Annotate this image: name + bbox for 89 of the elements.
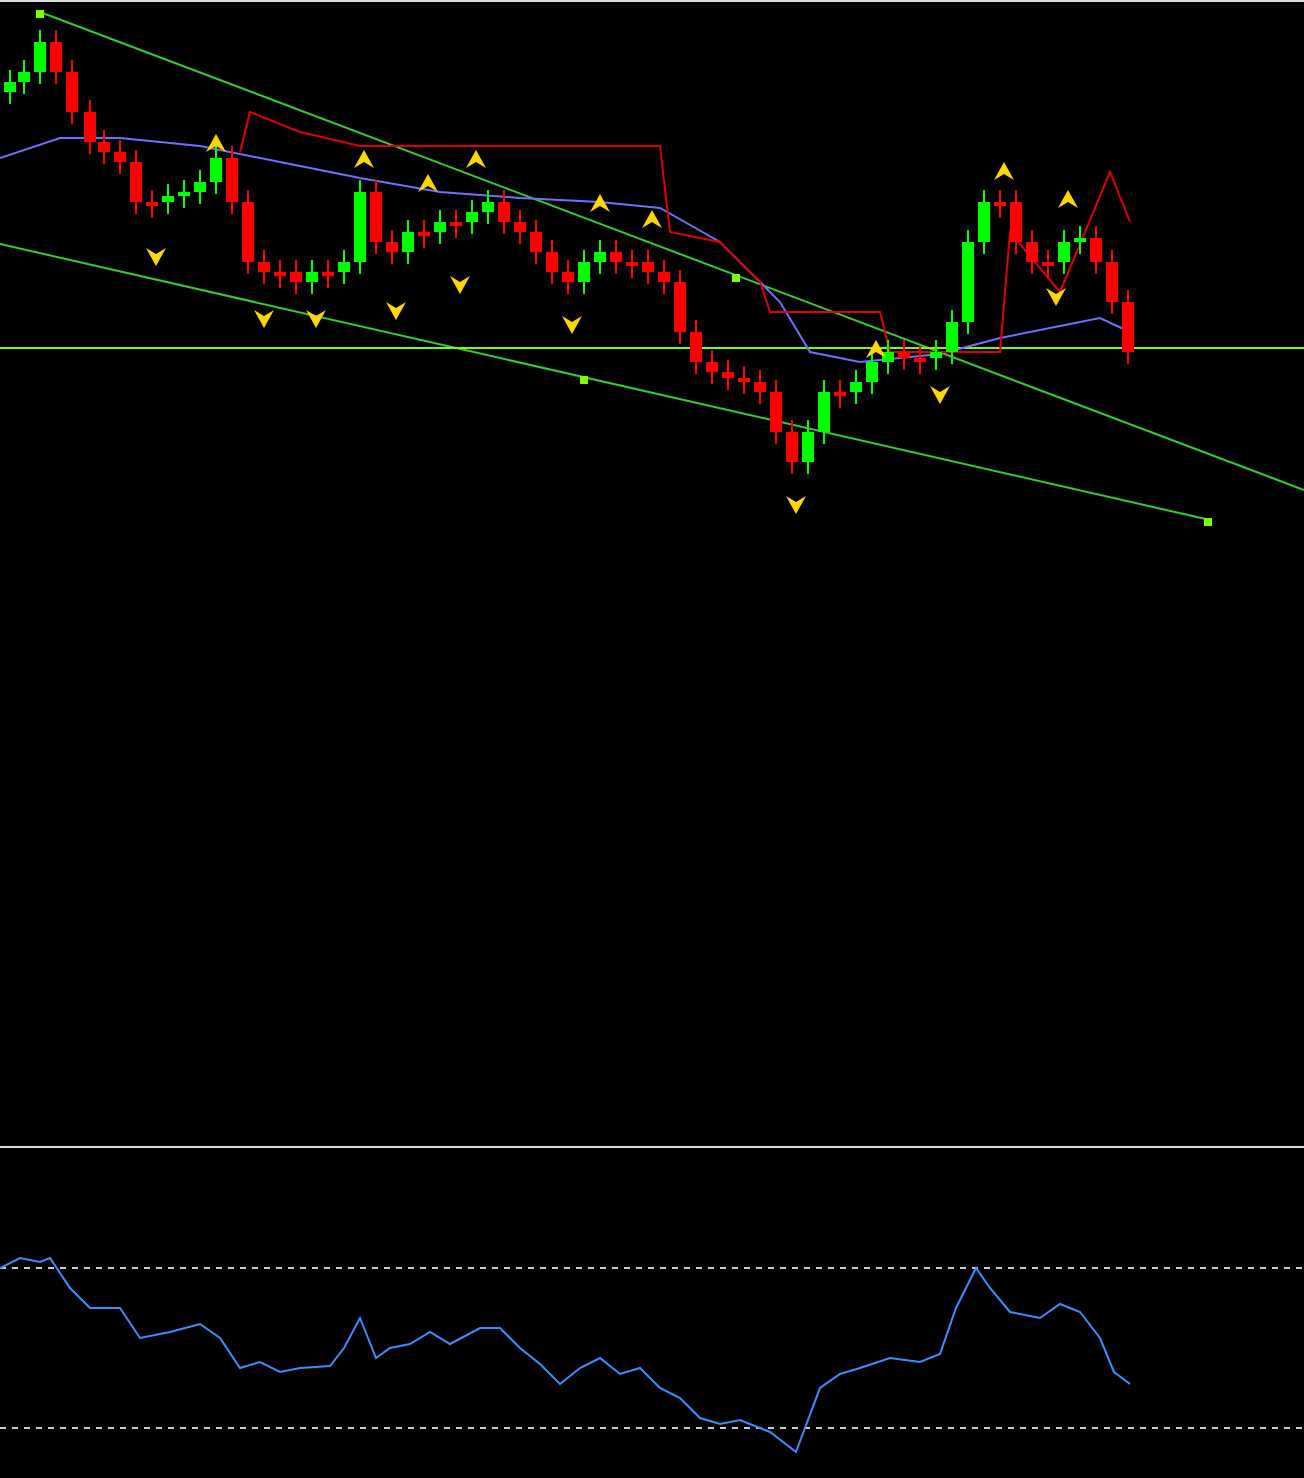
candlestick [610, 239, 622, 275]
down-arrow-icon [386, 302, 406, 320]
candlestick [914, 345, 926, 375]
candlestick [338, 249, 350, 285]
candlestick [258, 249, 270, 285]
down-arrow-icon [930, 386, 950, 404]
candlestick [386, 229, 398, 265]
candlestick [1026, 229, 1038, 275]
candlestick [578, 249, 590, 295]
up-arrow-icon [1058, 190, 1078, 208]
candlestick [466, 199, 478, 235]
candlestick [34, 29, 46, 85]
anchor-point[interactable] [1204, 518, 1212, 526]
candlestick [754, 369, 766, 405]
candlestick [562, 259, 574, 295]
candlestick [962, 229, 974, 335]
candlestick [706, 349, 718, 385]
candlestick [802, 419, 814, 475]
candlestick [498, 189, 510, 235]
candlestick [738, 365, 750, 395]
candlestick [418, 219, 430, 249]
candlestick [994, 189, 1006, 219]
candlestick [674, 269, 686, 345]
candlestick [946, 309, 958, 365]
candlestick [898, 339, 910, 371]
candlestick [834, 379, 846, 409]
candlestick [1074, 225, 1086, 255]
candlestick [770, 379, 782, 445]
candlestick [178, 179, 190, 209]
candlestick [434, 209, 446, 245]
candlestick [194, 169, 206, 205]
candlestick [210, 145, 222, 195]
candlestick [690, 319, 702, 375]
down-arrow-icon [146, 248, 166, 266]
anchor-point[interactable] [36, 10, 44, 18]
candlestick [1090, 225, 1102, 275]
candlestick [930, 339, 942, 371]
candlestick [1010, 189, 1022, 255]
candlestick [1042, 249, 1054, 279]
candlestick [66, 59, 78, 125]
up-arrow-icon [642, 210, 662, 228]
candlestick [626, 249, 638, 279]
candlestick [130, 149, 142, 215]
candlestick [482, 189, 494, 225]
candlestick [866, 349, 878, 395]
candlestick [882, 339, 894, 375]
candlestick [290, 259, 302, 295]
up-arrow-icon [590, 194, 610, 212]
anchor-point[interactable] [580, 376, 588, 384]
up-arrow-icon [418, 174, 438, 192]
candlestick [1122, 289, 1134, 365]
candlestick [1058, 229, 1070, 275]
candlestick [370, 179, 382, 255]
candlestick [274, 259, 286, 289]
candlestick [450, 209, 462, 239]
candlestick [402, 219, 414, 265]
candlestick [514, 209, 526, 245]
up-arrow-icon [866, 340, 886, 358]
candlestick [978, 189, 990, 255]
candlestick [594, 239, 606, 275]
up-arrow-icon [354, 150, 374, 168]
candlestick [146, 189, 158, 219]
up-arrow-icon [206, 134, 226, 152]
up-arrow-icon [994, 162, 1014, 180]
candlestick [850, 369, 862, 405]
down-arrow-icon [450, 276, 470, 294]
candlestick [1106, 249, 1118, 315]
down-arrow-icon [306, 310, 326, 328]
down-arrow-icon [1046, 288, 1066, 306]
candlestick [354, 179, 366, 275]
candlestick [226, 145, 238, 215]
candlestick [818, 379, 830, 445]
up-arrow-icon [466, 150, 486, 168]
down-arrow-icon [786, 496, 806, 514]
candlestick [162, 183, 174, 215]
candlestick [242, 189, 254, 275]
candlestick [322, 259, 334, 289]
candlestick [658, 259, 670, 295]
down-arrow-icon [254, 310, 274, 328]
down-arrow-icon [562, 316, 582, 334]
candlestick [530, 219, 542, 265]
candlestick [114, 139, 126, 175]
candlestick [722, 359, 734, 391]
candlestick [642, 249, 654, 285]
candlestick [786, 419, 798, 475]
candlestick [306, 259, 318, 295]
anchor-point[interactable] [732, 274, 740, 282]
candlestick [50, 29, 62, 85]
candlestick [546, 239, 558, 285]
